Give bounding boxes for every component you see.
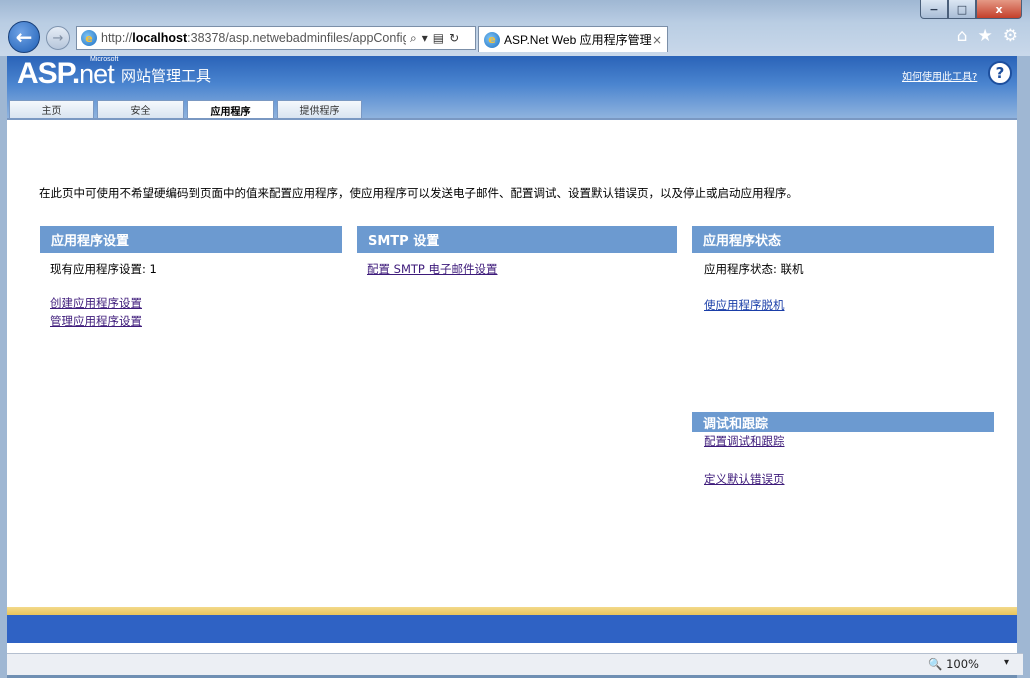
forward-arrow-icon[interactable]: → (46, 26, 70, 50)
browser-tab-active[interactable]: e ASP.Net Web 应用程序管理 × (478, 26, 668, 52)
app-status-header: 应用程序状态 (692, 226, 994, 253)
window-frame-right (1017, 56, 1030, 678)
gear-icon[interactable]: ⚙ (1003, 26, 1018, 46)
help-icon[interactable]: ? (988, 61, 1012, 85)
home-icon[interactable]: ⌂ (957, 26, 968, 46)
page-tabs: 主页 安全 应用程序 提供程序 (9, 100, 365, 119)
tab-application[interactable]: 应用程序 (187, 100, 274, 119)
tab-close-icon[interactable]: × (652, 33, 662, 47)
configure-debug-link[interactable]: 配置调试和跟踪 (704, 433, 785, 449)
logo-microsoft-text: Microsoft (90, 56, 119, 63)
take-app-offline-link[interactable]: 使应用程序脱机 (704, 297, 785, 313)
favorites-icon[interactable]: ★ (978, 26, 993, 46)
footer-gold-band (7, 607, 1017, 615)
search-icon[interactable]: ⌕ (410, 31, 417, 46)
tab-home[interactable]: 主页 (9, 100, 94, 118)
debug-trace-header: 调试和跟踪 (692, 412, 994, 432)
app-status-text: 应用程序状态: 联机 (704, 262, 804, 276)
browser-chrome: − □ x ← → e http://localhost:38378/asp.n… (0, 0, 1030, 56)
tab-providers[interactable]: 提供程序 (277, 100, 362, 118)
zoom-level[interactable]: 🔍 100% (928, 657, 979, 671)
window-controls: − □ x (920, 0, 1022, 19)
tab-security[interactable]: 安全 (97, 100, 184, 118)
compatibility-view-icon[interactable]: ▤ (433, 31, 444, 46)
zoom-dropdown-icon[interactable]: ▾ (1004, 657, 1009, 668)
create-app-setting-link[interactable]: 创建应用程序设置 (50, 295, 142, 311)
url-text[interactable]: http://localhost:38378/asp.netwebadminfi… (101, 31, 406, 45)
minimize-button[interactable]: − (920, 0, 948, 19)
page-title: 网站管理工具 (121, 67, 212, 85)
ie-page-icon: e (81, 30, 97, 46)
default-error-page-link[interactable]: 定义默认错误页 (704, 471, 785, 487)
smtp-settings-header: SMTP 设置 (357, 226, 677, 253)
maximize-button[interactable]: □ (948, 0, 976, 19)
tab-underline (7, 118, 1017, 120)
tab-title: ASP.Net Web 应用程序管理 (504, 33, 652, 47)
refresh-icon[interactable]: ↻ (449, 31, 459, 46)
footer-bottom (7, 643, 1017, 653)
address-dropdown-icon[interactable]: ▾ (422, 31, 428, 46)
manage-app-settings-link[interactable]: 管理应用程序设置 (50, 313, 142, 329)
intro-text: 在此页中可使用不希望硬编码到页面中的值来配置应用程序，使应用程序可以发送电子邮件… (39, 186, 798, 200)
address-bar[interactable]: e http://localhost:38378/asp.netwebadmin… (76, 26, 476, 50)
app-settings-header: 应用程序设置 (40, 226, 342, 253)
footer-blue-band (7, 615, 1017, 643)
browser-toolbar-right: ⌂ ★ ⚙ (957, 26, 1018, 46)
back-arrow-icon[interactable]: ← (8, 21, 40, 53)
configure-smtp-link[interactable]: 配置 SMTP 电子邮件设置 (367, 261, 498, 277)
app-settings-count: 现有应用程序设置: 1 (50, 262, 157, 276)
zoom-icon: 🔍 (928, 657, 943, 671)
window-frame-left (0, 56, 7, 678)
page-content: ASP.net Microsoft 网站管理工具 如何使用此工具? ? 主页 安… (7, 56, 1017, 653)
close-window-button[interactable]: x (976, 0, 1022, 19)
header-banner: ASP.net Microsoft 网站管理工具 如何使用此工具? ? 主页 安… (7, 56, 1017, 119)
address-tools: ⌕ ▾ ▤ ↻ (410, 31, 459, 46)
status-bar: 🔍 100% ▾ (7, 653, 1023, 675)
ie-tab-icon: e (484, 31, 500, 48)
help-link[interactable]: 如何使用此工具? (902, 68, 977, 83)
